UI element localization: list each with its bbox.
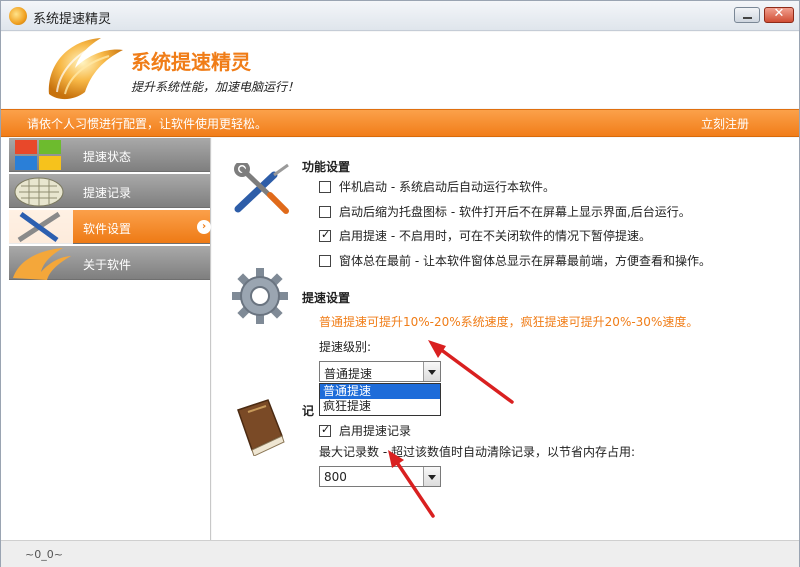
speed-settings-title: 提速设置: [302, 291, 351, 305]
option-label: 启动后缩为托盘图标 - 软件打开后不在屏幕上显示界面,后台运行。: [339, 205, 691, 219]
banner-text: 请依个人习惯进行配置，让软件使用更轻松。: [27, 117, 268, 131]
speed-level-label: 提速级别:: [319, 340, 372, 354]
speed-level-dropdown[interactable]: 普通提速 疯狂提速: [319, 383, 441, 416]
option-label: 伴机启动 - 系统启动后自动运行本软件。: [339, 180, 555, 194]
option-tray-icon[interactable]: 启动后缩为托盘图标 - 软件打开后不在屏幕上显示界面,后台运行。: [319, 203, 691, 219]
dropdown-option[interactable]: 疯狂提速: [320, 399, 440, 414]
function-settings-title: 功能设置: [302, 160, 351, 174]
tray-icon-checkbox[interactable]: [319, 206, 331, 218]
option-enable-records[interactable]: 启用提速记录: [319, 422, 411, 438]
sidebar-item-about[interactable]: 关于软件: [9, 246, 210, 280]
always-on-top-checkbox[interactable]: [319, 255, 331, 267]
option-always-on-top[interactable]: 窗体总在最前 - 让本软件窗体总显示在屏幕最前端，方便查看和操作。: [319, 252, 711, 268]
app-logo-icon: [9, 7, 27, 25]
select-value: 普通提速: [324, 367, 373, 381]
app-logo-icon: [48, 38, 123, 100]
close-icon: ✕: [773, 6, 785, 21]
sidebar-item-label: 提速状态: [83, 150, 132, 164]
app-logo-icon: [13, 248, 71, 280]
sidebar-item-software-settings[interactable]: 软件设置 ›: [9, 210, 211, 244]
chevron-right-icon: ›: [197, 220, 211, 234]
status-bar: ~0_0~: [1, 540, 799, 567]
window-title: 系统提速精灵: [33, 12, 112, 27]
status-text: ~0_0~: [25, 548, 63, 561]
keyboard-icon: [14, 177, 64, 207]
enable-records-checkbox[interactable]: [319, 423, 331, 437]
sidebar-item-speed-records[interactable]: 提速记录: [9, 174, 210, 208]
title-bar[interactable]: 系统提速精灵 ✕: [1, 1, 799, 31]
close-button[interactable]: ✕: [764, 6, 794, 23]
windows-logo-icon: [15, 140, 61, 170]
chevron-down-icon[interactable]: [423, 467, 440, 486]
speed-level-select[interactable]: 普通提速: [319, 361, 441, 382]
settings-panel: 功能设置 伴机启动 - 系统启动后自动运行本软件。 启动后缩为托盘图标 - 软件…: [212, 138, 799, 540]
auto-start-checkbox[interactable]: [319, 181, 331, 193]
select-value: 800: [324, 470, 347, 484]
option-auto-start[interactable]: 伴机启动 - 系统启动后自动运行本软件。: [319, 178, 555, 194]
chevron-down-icon[interactable]: [423, 362, 440, 381]
sidebar-item-label: 关于软件: [83, 258, 132, 272]
option-label: 启用提速记录: [339, 424, 412, 438]
app-slogan: 提升系统性能，加速电脑运行！: [131, 80, 300, 94]
record-settings-title: 记: [302, 404, 315, 418]
minimize-button[interactable]: [734, 7, 760, 23]
option-label: 启用提速 - 不启用时，可在不关闭软件的情况下暂停提速。: [339, 229, 651, 243]
app-window: 系统提速精灵 ✕ 系统提速精灵 提升系统性能，加速电脑运行！ 请依个人习惯进行配…: [0, 0, 800, 567]
app-name: 系统提速精灵: [131, 50, 251, 74]
speed-note: 普通提速可提升10%-20%系统速度，疯狂提速可提升20%-30%速度。: [319, 315, 699, 329]
sidebar-item-speed-status[interactable]: 提速状态: [9, 138, 210, 172]
option-enable-speedup[interactable]: 启用提速 - 不启用时，可在不关闭软件的情况下暂停提速。: [319, 227, 651, 243]
app-header: 系统提速精灵 提升系统性能，加速电脑运行！: [1, 32, 799, 108]
sidebar-item-label: 软件设置: [83, 222, 132, 236]
wrench-screwdriver-icon: [234, 163, 289, 214]
register-link[interactable]: 立刻注册: [701, 115, 749, 132]
tools-icon: [9, 210, 73, 244]
option-label: 窗体总在最前 - 让本软件窗体总显示在屏幕最前端，方便查看和操作。: [339, 254, 711, 268]
sidebar-item-label: 提速记录: [83, 186, 132, 200]
gear-icon: [232, 268, 288, 324]
dropdown-option[interactable]: 普通提速: [320, 384, 440, 399]
book-icon: [237, 399, 285, 456]
enable-speedup-checkbox[interactable]: [319, 228, 331, 242]
sidebar: 提速状态 提速记录 软件设置 › 关于软件: [1, 138, 211, 540]
max-records-label: 最大记录数 - 超过该数值时自动清除记录，以节省内存占用:: [319, 445, 636, 459]
max-records-select[interactable]: 800: [319, 466, 441, 487]
info-banner: 请依个人习惯进行配置，让软件使用更轻松。 立刻注册: [1, 109, 799, 137]
